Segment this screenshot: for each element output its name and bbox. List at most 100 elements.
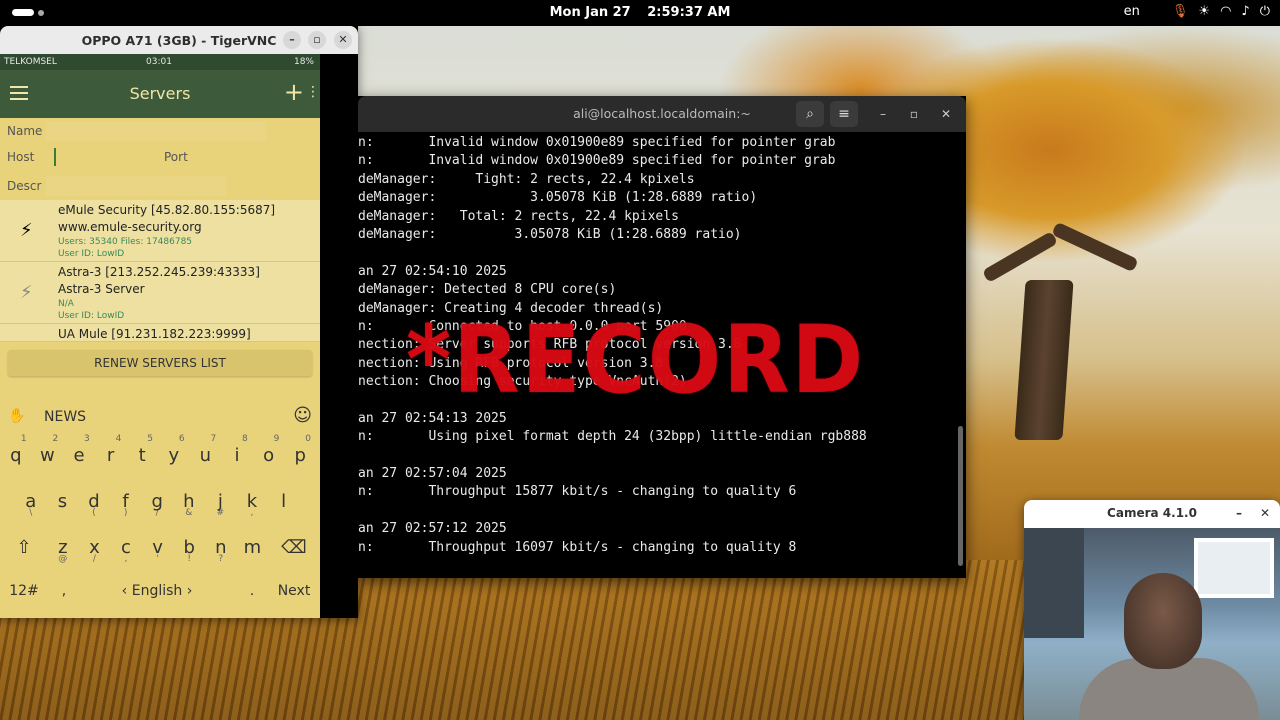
key-hint: 2 — [52, 434, 59, 444]
terminal-line: n: Invalid window 0x01900e89 specified f… — [358, 135, 836, 150]
key-k[interactable]: ,k — [237, 478, 267, 520]
close-button[interactable]: ✕ — [1260, 506, 1270, 520]
key-label: h — [183, 491, 195, 512]
brightness-icon[interactable]: ☀ — [1198, 4, 1210, 19]
phone-screen[interactable]: TELKOMSEL 03:01 18% Servers + ⋮ Name Hos… — [0, 54, 320, 618]
key-label: s — [57, 491, 68, 512]
volume-icon[interactable]: ♪ — [1241, 4, 1249, 19]
clock-time: 2:59:37 AM — [647, 5, 731, 20]
vnc-titlebar[interactable]: OPPO A71 (3GB) - TigerVNC – ▫ ✕ — [0, 26, 358, 54]
key-m[interactable]: m — [238, 524, 268, 566]
key-a[interactable]: \ a — [16, 478, 46, 520]
host-label: Host — [7, 150, 35, 164]
close-button[interactable]: ✕ — [936, 104, 956, 124]
key-x[interactable]: / x — [80, 524, 110, 566]
camera-window[interactable]: Camera 4.1.0 – ✕ — [1024, 500, 1280, 720]
name-input[interactable] — [46, 121, 266, 141]
keyboard-row: 12# , ‹ English › . Next — [0, 570, 320, 616]
key-b[interactable]: ! b — [174, 524, 204, 566]
space-key[interactable]: ‹ English › — [82, 570, 232, 612]
list-item[interactable]: ⚡ Astra-3 [213.252.245.239:43333] Astra-… — [0, 262, 320, 324]
list-item[interactable]: ⚡ eMule Security [45.82.80.155:5687] www… — [0, 200, 320, 262]
list-item[interactable]: UA Mule [91.231.182.223:9999] — [0, 324, 320, 342]
minimize-button[interactable]: – — [1236, 506, 1242, 520]
minimize-button[interactable]: – — [283, 31, 301, 49]
camera-titlebar[interactable]: Camera 4.1.0 – ✕ — [1024, 500, 1280, 528]
terminal-line: deManager: 3.05078 KiB (1:28.6889 ratio) — [358, 190, 758, 206]
host-row: Host Port — [0, 144, 320, 170]
renew-servers-button[interactable]: RENEW SERVERS LIST — [8, 350, 312, 376]
key-d[interactable]: (d — [79, 478, 109, 520]
key-j[interactable]: # j — [206, 478, 236, 520]
key-z[interactable]: @ z — [48, 524, 78, 566]
maximize-button[interactable]: ▫ — [308, 31, 326, 49]
search-icon[interactable]: ⌕ — [796, 101, 824, 127]
backspace-key[interactable]: ⌫ — [272, 524, 316, 566]
key-w[interactable]: 2w — [33, 432, 63, 474]
period-key[interactable]: . — [236, 570, 268, 612]
key-q[interactable]: 1q — [1, 432, 31, 474]
keyboard-suggestion-bar: ✋ NEWS ☺ — [0, 402, 320, 432]
server-desc: Astra-3 Server — [58, 282, 145, 296]
key-hint: 5 — [147, 434, 153, 444]
terminal-line: deManager: Total: 2 rects, 22.4 kpixels — [358, 208, 679, 224]
key-label: t — [138, 445, 146, 466]
key-label: w — [40, 445, 55, 466]
descr-label: Descr — [7, 179, 42, 193]
emoji-icon[interactable]: ☺ — [293, 405, 312, 426]
next-key[interactable]: Next — [270, 570, 318, 612]
host-input[interactable] — [54, 148, 56, 166]
key-label: p — [294, 445, 306, 466]
disconnected-icon: ⚡ — [20, 282, 33, 303]
hamburger-menu-icon[interactable]: ≡ — [830, 101, 858, 127]
key-f[interactable]: ) f — [111, 478, 141, 520]
microphone-icon[interactable]: 🎙 — [1172, 4, 1189, 19]
server-name: eMule Security [45.82.80.155:5687] — [58, 203, 276, 217]
system-tray[interactable]: en 🎙 ☀ ◠ ♪ ⏻ — [1124, 4, 1270, 19]
server-desc: www.emule-security.org — [58, 220, 202, 234]
vnc-title: OPPO A71 (3GB) - TigerVNC — [81, 33, 277, 48]
suggestion[interactable]: NEWS — [44, 409, 86, 425]
symbols-key[interactable]: 12# — [2, 570, 46, 612]
key-label: r — [106, 445, 115, 466]
close-button[interactable]: ✕ — [334, 31, 352, 49]
key-r[interactable]: 4r — [96, 432, 126, 474]
add-server-icon[interactable]: + — [284, 78, 304, 106]
power-icon[interactable]: ⏻ — [1260, 4, 1270, 19]
shift-key[interactable]: ⇧ — [4, 524, 44, 566]
key-t[interactable]: 5t — [127, 432, 157, 474]
comma-key[interactable]: , — [48, 570, 80, 612]
key-p[interactable]: 0p — [285, 432, 315, 474]
gesture-icon[interactable]: ✋ — [8, 408, 25, 424]
key-label: q — [10, 445, 22, 466]
key-o[interactable]: 9o — [254, 432, 284, 474]
key-i[interactable]: 8i — [222, 432, 252, 474]
wifi-icon[interactable]: ◠ — [1220, 4, 1231, 19]
terminal-titlebar[interactable]: ali@localhost.localdomain:~ ⌕ ≡ – ▫ ✕ — [358, 96, 966, 132]
maximize-button[interactable]: ▫ — [904, 104, 924, 124]
key-hint: 1 — [20, 434, 27, 444]
key-u[interactable]: 7u — [191, 432, 221, 474]
minimize-button[interactable]: – — [873, 104, 893, 124]
key-e[interactable]: 3e — [64, 432, 94, 474]
port-input[interactable]: Port — [164, 150, 188, 164]
keyboard-row: 1q2w3e4r5t6y7u8i9o0p — [0, 432, 320, 478]
overflow-icon[interactable]: ⋮ — [306, 84, 320, 100]
key-hint: 0 — [305, 434, 311, 444]
descr-input[interactable] — [46, 176, 226, 196]
terminal-line: an 27 02:57:04 2025 — [358, 466, 507, 482]
key-c[interactable]: ,c — [111, 524, 141, 566]
terminal-scrollbar[interactable] — [958, 426, 963, 566]
key-l[interactable]: l — [269, 478, 299, 520]
battery-level: 18% — [293, 57, 314, 67]
key-h[interactable]: & h — [174, 478, 204, 520]
key-s[interactable]: s — [48, 478, 78, 520]
keyboard-layout[interactable]: en — [1124, 4, 1140, 19]
key-g[interactable]: / g — [142, 478, 172, 520]
key-y[interactable]: 6y — [159, 432, 189, 474]
key-n[interactable]: ? n — [206, 524, 236, 566]
clock[interactable]: Mon Jan 27 2:59:37 AM — [0, 5, 1280, 20]
key-v[interactable]: ' v — [143, 524, 173, 566]
